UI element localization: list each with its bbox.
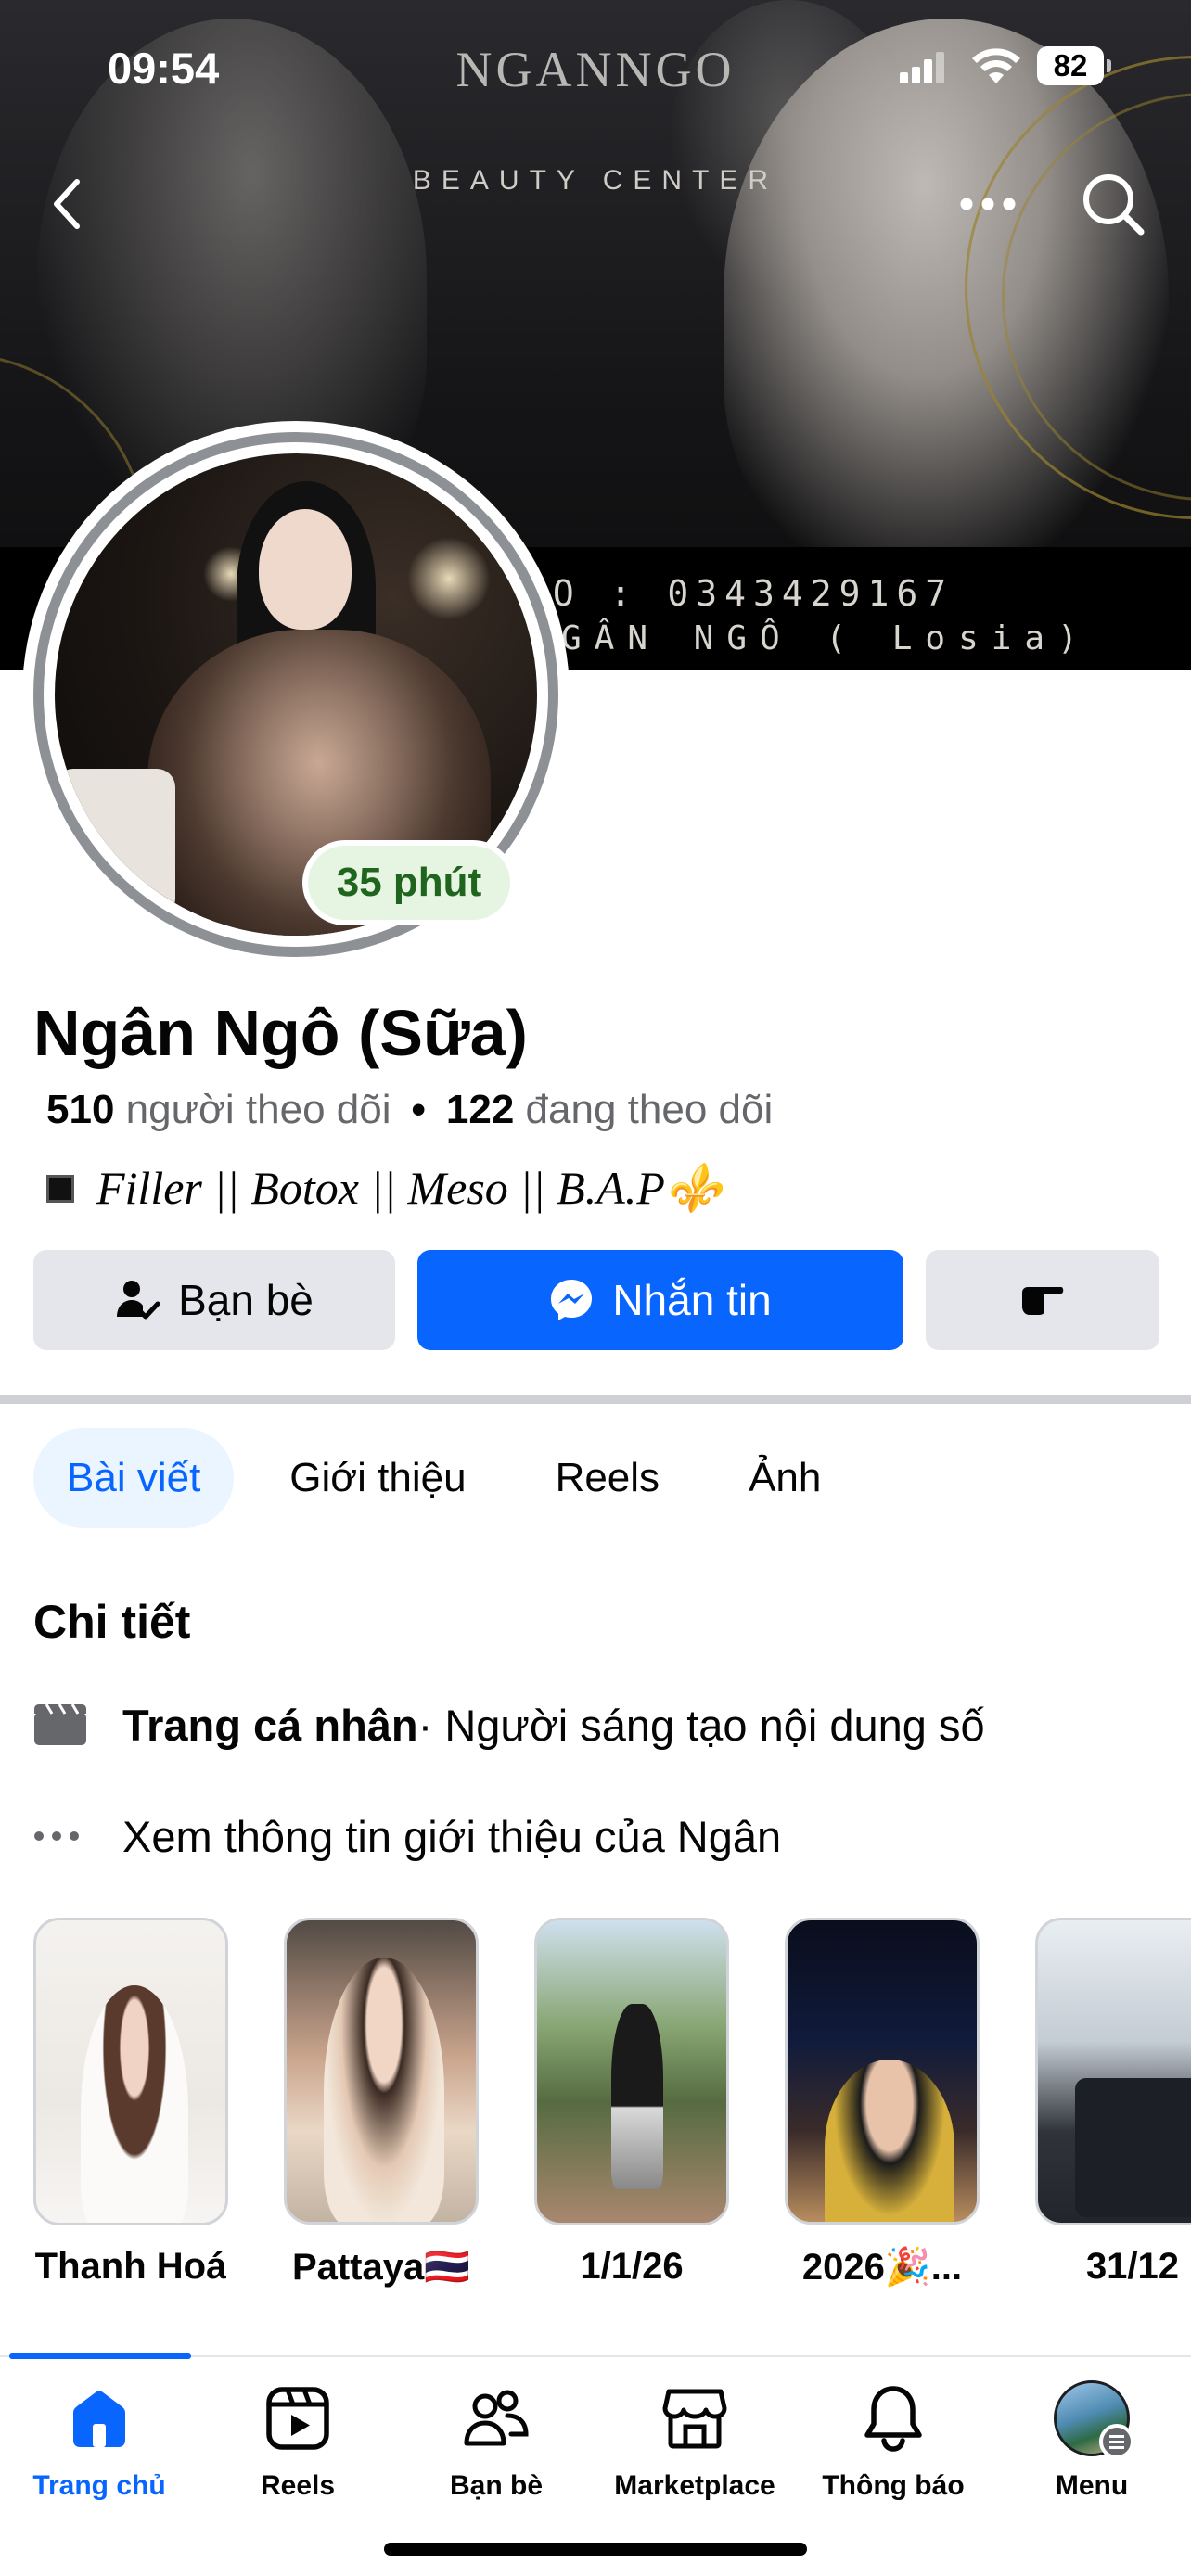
nav-label: Trang chủ bbox=[32, 2470, 166, 2501]
black-square-icon bbox=[46, 1174, 74, 1203]
tab-posts[interactable]: Bài viết bbox=[33, 1428, 235, 1528]
back-button[interactable] bbox=[39, 167, 95, 241]
nav-friends[interactable]: Bạn bè bbox=[397, 2381, 596, 2502]
more-horizontal-icon bbox=[34, 1831, 79, 1841]
tab-about[interactable]: Giới thiệu bbox=[256, 1428, 499, 1528]
highlight-thumbnail bbox=[785, 1918, 980, 2225]
highlight-thumbnail bbox=[284, 1918, 479, 2225]
details-title: Chi tiết bbox=[33, 1596, 191, 1648]
nav-home[interactable]: Trang chủ bbox=[0, 2381, 198, 2502]
highlight-label: 31/12 bbox=[1085, 2246, 1180, 2287]
followers-label: người theo dõi bbox=[125, 1087, 391, 1132]
search-button[interactable] bbox=[1076, 167, 1150, 241]
highlight-item[interactable]: 1/1/26 bbox=[534, 1918, 729, 2289]
see-about-row[interactable]: Xem thông tin giới thiệu của Ngân bbox=[33, 1799, 781, 1873]
highlight-item[interactable]: 31/12 bbox=[1035, 1918, 1191, 2289]
active-time-badge: 35 phút bbox=[302, 840, 516, 925]
nav-label: Marketplace bbox=[614, 2470, 775, 2501]
profile-bio: Filler || Botox || Meso || B.A.P⚜️ bbox=[46, 1161, 723, 1216]
highlight-thumbnail bbox=[33, 1918, 228, 2225]
separator-dot: • bbox=[411, 1087, 426, 1132]
nav-label: Reels bbox=[260, 2470, 336, 2501]
chevron-left-icon bbox=[54, 179, 80, 229]
wifi-icon bbox=[972, 48, 1020, 83]
highlight-thumbnail bbox=[534, 1918, 729, 2225]
nav-label: Bạn bè bbox=[449, 2470, 544, 2501]
tab-reels[interactable]: Reels bbox=[522, 1428, 694, 1528]
battery-indicator: 82 bbox=[1037, 46, 1111, 85]
search-icon bbox=[1083, 174, 1145, 236]
pointing-hand-icon bbox=[1022, 1287, 1064, 1315]
tab-photos[interactable]: Ảnh bbox=[715, 1428, 854, 1528]
status-bar: 09:54 82 bbox=[0, 0, 1191, 130]
following-label: đang theo dõi bbox=[525, 1087, 774, 1132]
highlight-thumbnail bbox=[1035, 1918, 1191, 2225]
active-tab-indicator bbox=[9, 2353, 191, 2359]
highlight-item[interactable]: Thanh Hoá bbox=[33, 1918, 228, 2289]
nav-label: Menu bbox=[1055, 2470, 1129, 2501]
more-horizontal-icon bbox=[960, 198, 1016, 210]
menu-avatar bbox=[1054, 2380, 1134, 2459]
nav-label: Thông báo bbox=[822, 2470, 965, 2501]
page-type-row: Trang cá nhân · Người sáng tạo nội dung … bbox=[33, 1688, 985, 1762]
profile-tabs: Bài viết Giới thiệu Reels Ảnh bbox=[33, 1428, 854, 1528]
more-options-button[interactable] bbox=[955, 176, 1020, 232]
bio-text: Filler || Botox || Meso || B.A.P⚜️ bbox=[96, 1162, 724, 1214]
nav-reels[interactable]: Reels bbox=[198, 2381, 397, 2502]
nav-notifications[interactable]: Thông báo bbox=[794, 2381, 992, 2502]
status-time: 09:54 bbox=[108, 44, 220, 93]
active-time-text: 35 phút bbox=[308, 846, 510, 920]
highlight-label: 2026🎉... bbox=[801, 2247, 963, 2289]
bell-icon bbox=[864, 2386, 922, 2452]
following-count: 122 bbox=[445, 1087, 515, 1132]
cellular-signal-icon bbox=[900, 52, 946, 83]
following-link[interactable]: 122 đang theo dõi bbox=[446, 1087, 773, 1132]
friend-check-icon bbox=[117, 1281, 160, 1320]
highlight-label: Pattaya🇹🇭 bbox=[291, 2247, 471, 2289]
story-highlights: Thanh Hoá Pattaya🇹🇭 1/1/26 2026🎉... 31/1… bbox=[33, 1918, 1191, 2289]
profile-name: Ngân Ngô (Sữa) bbox=[33, 997, 528, 1069]
highlight-label: 1/1/26 bbox=[580, 2246, 684, 2287]
nav-marketplace[interactable]: Marketplace bbox=[596, 2381, 794, 2502]
cover-name-text: GÂN NGÔ ( Losia) bbox=[561, 619, 1091, 657]
marketplace-icon bbox=[662, 2389, 727, 2449]
section-divider bbox=[0, 1395, 1191, 1404]
followers-link[interactable]: 510 người theo dõi bbox=[46, 1087, 391, 1132]
page-type-label: Trang cá nhân bbox=[122, 1700, 418, 1750]
followers-count: 510 bbox=[46, 1087, 115, 1132]
poke-button[interactable] bbox=[926, 1250, 1159, 1350]
reels-icon bbox=[266, 2387, 329, 2450]
messenger-icon bbox=[551, 1280, 593, 1320]
nav-menu[interactable]: Menu bbox=[992, 2380, 1191, 2502]
message-button[interactable]: Nhắn tin bbox=[417, 1250, 903, 1350]
friends-icon bbox=[464, 2390, 529, 2446]
highlight-label: Thanh Hoá bbox=[34, 2246, 227, 2287]
highlight-item[interactable]: 2026🎉... bbox=[785, 1918, 980, 2289]
cover-phone-text: LO : 0343429167 bbox=[524, 573, 954, 614]
friends-button[interactable]: Bạn bè bbox=[33, 1250, 395, 1350]
message-button-label: Nhắn tin bbox=[612, 1276, 772, 1324]
friends-button-label: Bạn bè bbox=[178, 1276, 314, 1324]
page-type-category: · Người sáng tạo nội dung số bbox=[417, 1700, 985, 1750]
profile-actions: Bạn bè Nhắn tin bbox=[33, 1250, 1159, 1350]
home-indicator bbox=[384, 2543, 807, 2556]
clapperboard-icon bbox=[34, 1703, 86, 1745]
follow-stats: 510 người theo dõi • 122 đang theo dõi bbox=[46, 1087, 773, 1133]
see-about-text: Xem thông tin giới thiệu của Ngân bbox=[122, 1811, 782, 1861]
home-icon bbox=[73, 2391, 125, 2447]
hamburger-icon bbox=[1099, 2424, 1134, 2459]
highlight-item[interactable]: Pattaya🇹🇭 bbox=[284, 1918, 479, 2289]
